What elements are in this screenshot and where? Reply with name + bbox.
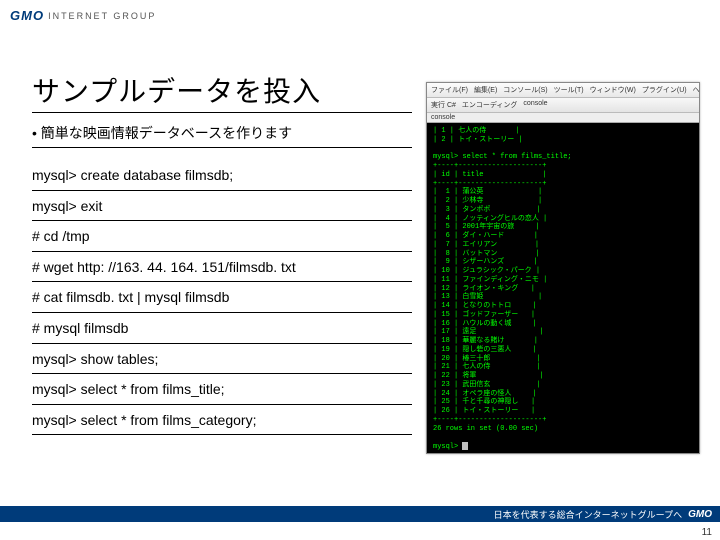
menu-item: プラグイン(U) xyxy=(642,85,687,95)
terminal-tab: console xyxy=(427,113,699,123)
slide-title: サンプルデータを投入 xyxy=(32,70,412,113)
menu-item: ファイル(F) xyxy=(431,85,468,95)
command-line: mysql> show tables; xyxy=(32,344,412,375)
menu-item: 編集(E) xyxy=(474,85,497,95)
command-line: # mysql filmsdb xyxy=(32,313,412,344)
terminal-screenshot: ファイル(F) 編集(E) コンソール(S) ツール(T) ウィンドウ(W) プ… xyxy=(426,82,700,454)
toolbar-select: console xyxy=(523,100,547,110)
command-line: # cd /tmp xyxy=(32,221,412,252)
footer-logo: GMO xyxy=(688,509,712,520)
command-line: mysql> create database filmsdb; xyxy=(32,160,412,191)
menu-item: ツール(T) xyxy=(554,85,584,95)
command-line: mysql> exit xyxy=(32,191,412,222)
brand-header: GMO INTERNET GROUP xyxy=(10,8,156,23)
footer-bar: 日本を代表する総合インターネットグループへ GMO xyxy=(0,506,720,522)
terminal-menubar: ファイル(F) 編集(E) コンソール(S) ツール(T) ウィンドウ(W) プ… xyxy=(427,83,699,98)
command-line: # wget http: //163. 44. 164. 151/filmsdb… xyxy=(32,252,412,283)
command-line: mysql> select * from films_category; xyxy=(32,405,412,436)
menu-item: コンソール(S) xyxy=(503,85,547,95)
brand-logo-text: GMO xyxy=(10,8,44,23)
toolbar-label: エンコーディング xyxy=(462,100,518,110)
brand-subtext: INTERNET GROUP xyxy=(48,11,156,21)
slide-content: サンプルデータを投入 • 簡単な映画情報データベースを作ります mysql> c… xyxy=(32,70,412,435)
slide-subtitle: • 簡単な映画情報データベースを作ります xyxy=(32,123,412,148)
terminal-body: | 1 | 七人の侍 | | 2 | トイ・ストーリー | mysql> sel… xyxy=(427,123,699,454)
toolbar-label: 実行 C# xyxy=(431,100,456,110)
page-number: 11 xyxy=(702,527,712,538)
menu-item: ヘルプ xyxy=(693,85,700,95)
menu-item: ウィンドウ(W) xyxy=(590,85,636,95)
command-line: mysql> select * from films_title; xyxy=(32,374,412,405)
command-line: # cat filmsdb. txt | mysql filmsdb xyxy=(32,282,412,313)
footer-tagline: 日本を代表する総合インターネットグループへ xyxy=(494,508,682,521)
terminal-toolbar: 実行 C# エンコーディング console xyxy=(427,98,699,113)
